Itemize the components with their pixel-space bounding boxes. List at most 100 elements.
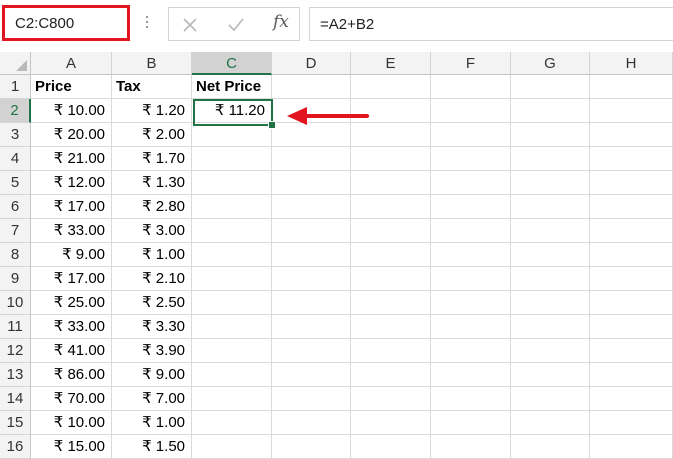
column-header-c[interactable]: C (192, 52, 272, 75)
cell-d9[interactable] (272, 267, 351, 291)
cell-c1[interactable]: Net Price (192, 75, 272, 99)
row-header[interactable]: 13 (0, 363, 31, 387)
cell-e15[interactable] (351, 411, 431, 435)
column-header-d[interactable]: D (272, 52, 351, 75)
cell-a10[interactable]: ₹ 25.00 (31, 291, 112, 315)
formula-bar-grip-icon[interactable] (145, 14, 149, 34)
cell-b11[interactable]: ₹ 3.30 (112, 315, 192, 339)
cell-e5[interactable] (351, 171, 431, 195)
row-header[interactable]: 14 (0, 387, 31, 411)
cell-f9[interactable] (431, 267, 511, 291)
cell-d1[interactable] (272, 75, 351, 99)
cell-g1[interactable] (511, 75, 590, 99)
cell-g6[interactable] (511, 195, 590, 219)
cell-e4[interactable] (351, 147, 431, 171)
enter-check-icon[interactable] (226, 15, 246, 35)
cell-f8[interactable] (431, 243, 511, 267)
cell-g8[interactable] (511, 243, 590, 267)
column-header-b[interactable]: B (112, 52, 192, 75)
cell-b16[interactable]: ₹ 1.50 (112, 435, 192, 459)
cell-c3[interactable] (192, 123, 272, 147)
cell-d11[interactable] (272, 315, 351, 339)
cell-h1[interactable] (590, 75, 673, 99)
cell-f6[interactable] (431, 195, 511, 219)
cell-b4[interactable]: ₹ 1.70 (112, 147, 192, 171)
cell-f13[interactable] (431, 363, 511, 387)
cell-a4[interactable]: ₹ 21.00 (31, 147, 112, 171)
cell-h3[interactable] (590, 123, 673, 147)
cell-g4[interactable] (511, 147, 590, 171)
cell-g9[interactable] (511, 267, 590, 291)
row-header[interactable]: 12 (0, 339, 31, 363)
insert-function-icon[interactable]: fx (273, 12, 289, 32)
column-header-e[interactable]: E (351, 52, 431, 75)
cell-a12[interactable]: ₹ 41.00 (31, 339, 112, 363)
row-header[interactable]: 6 (0, 195, 31, 219)
cell-b6[interactable]: ₹ 2.80 (112, 195, 192, 219)
cell-g14[interactable] (511, 387, 590, 411)
cell-b13[interactable]: ₹ 9.00 (112, 363, 192, 387)
column-header-h[interactable]: H (590, 52, 673, 75)
cell-b5[interactable]: ₹ 1.30 (112, 171, 192, 195)
cell-d13[interactable] (272, 363, 351, 387)
row-header[interactable]: 9 (0, 267, 31, 291)
cell-e13[interactable] (351, 363, 431, 387)
cell-c5[interactable] (192, 171, 272, 195)
cell-f12[interactable] (431, 339, 511, 363)
cell-e6[interactable] (351, 195, 431, 219)
cell-a16[interactable]: ₹ 15.00 (31, 435, 112, 459)
cell-a14[interactable]: ₹ 70.00 (31, 387, 112, 411)
row-header[interactable]: 2 (0, 99, 31, 123)
cell-h6[interactable] (590, 195, 673, 219)
cell-h15[interactable] (590, 411, 673, 435)
cell-a13[interactable]: ₹ 86.00 (31, 363, 112, 387)
row-header[interactable]: 8 (0, 243, 31, 267)
cell-b8[interactable]: ₹ 1.00 (112, 243, 192, 267)
cell-f1[interactable] (431, 75, 511, 99)
cell-c14[interactable] (192, 387, 272, 411)
cell-g12[interactable] (511, 339, 590, 363)
cell-d15[interactable] (272, 411, 351, 435)
cell-a8[interactable]: ₹ 9.00 (31, 243, 112, 267)
row-header[interactable]: 1 (0, 75, 31, 99)
select-all-corner[interactable] (0, 52, 31, 75)
cell-a1[interactable]: Price (31, 75, 112, 99)
cell-g3[interactable] (511, 123, 590, 147)
cell-f5[interactable] (431, 171, 511, 195)
name-box[interactable]: C2:C800 (2, 5, 130, 41)
cell-a5[interactable]: ₹ 12.00 (31, 171, 112, 195)
cell-f14[interactable] (431, 387, 511, 411)
cell-c9[interactable] (192, 267, 272, 291)
cell-a15[interactable]: ₹ 10.00 (31, 411, 112, 435)
cell-f15[interactable] (431, 411, 511, 435)
cell-g5[interactable] (511, 171, 590, 195)
cell-e10[interactable] (351, 291, 431, 315)
row-header[interactable]: 5 (0, 171, 31, 195)
formula-input[interactable]: =A2+B2 (309, 7, 673, 41)
cell-d14[interactable] (272, 387, 351, 411)
cell-e1[interactable] (351, 75, 431, 99)
cell-f16[interactable] (431, 435, 511, 459)
cell-g16[interactable] (511, 435, 590, 459)
cell-b1[interactable]: Tax (112, 75, 192, 99)
cell-d12[interactable] (272, 339, 351, 363)
cell-d4[interactable] (272, 147, 351, 171)
cell-c12[interactable] (192, 339, 272, 363)
cell-b7[interactable]: ₹ 3.00 (112, 219, 192, 243)
cell-d7[interactable] (272, 219, 351, 243)
cell-e16[interactable] (351, 435, 431, 459)
cell-c6[interactable] (192, 195, 272, 219)
cell-h10[interactable] (590, 291, 673, 315)
cell-d10[interactable] (272, 291, 351, 315)
cell-a3[interactable]: ₹ 20.00 (31, 123, 112, 147)
cell-c7[interactable] (192, 219, 272, 243)
cell-d5[interactable] (272, 171, 351, 195)
row-header[interactable]: 4 (0, 147, 31, 171)
cell-e12[interactable] (351, 339, 431, 363)
cell-f7[interactable] (431, 219, 511, 243)
cell-c4[interactable] (192, 147, 272, 171)
cell-e7[interactable] (351, 219, 431, 243)
cell-a11[interactable]: ₹ 33.00 (31, 315, 112, 339)
cell-b15[interactable]: ₹ 1.00 (112, 411, 192, 435)
column-header-g[interactable]: G (511, 52, 590, 75)
